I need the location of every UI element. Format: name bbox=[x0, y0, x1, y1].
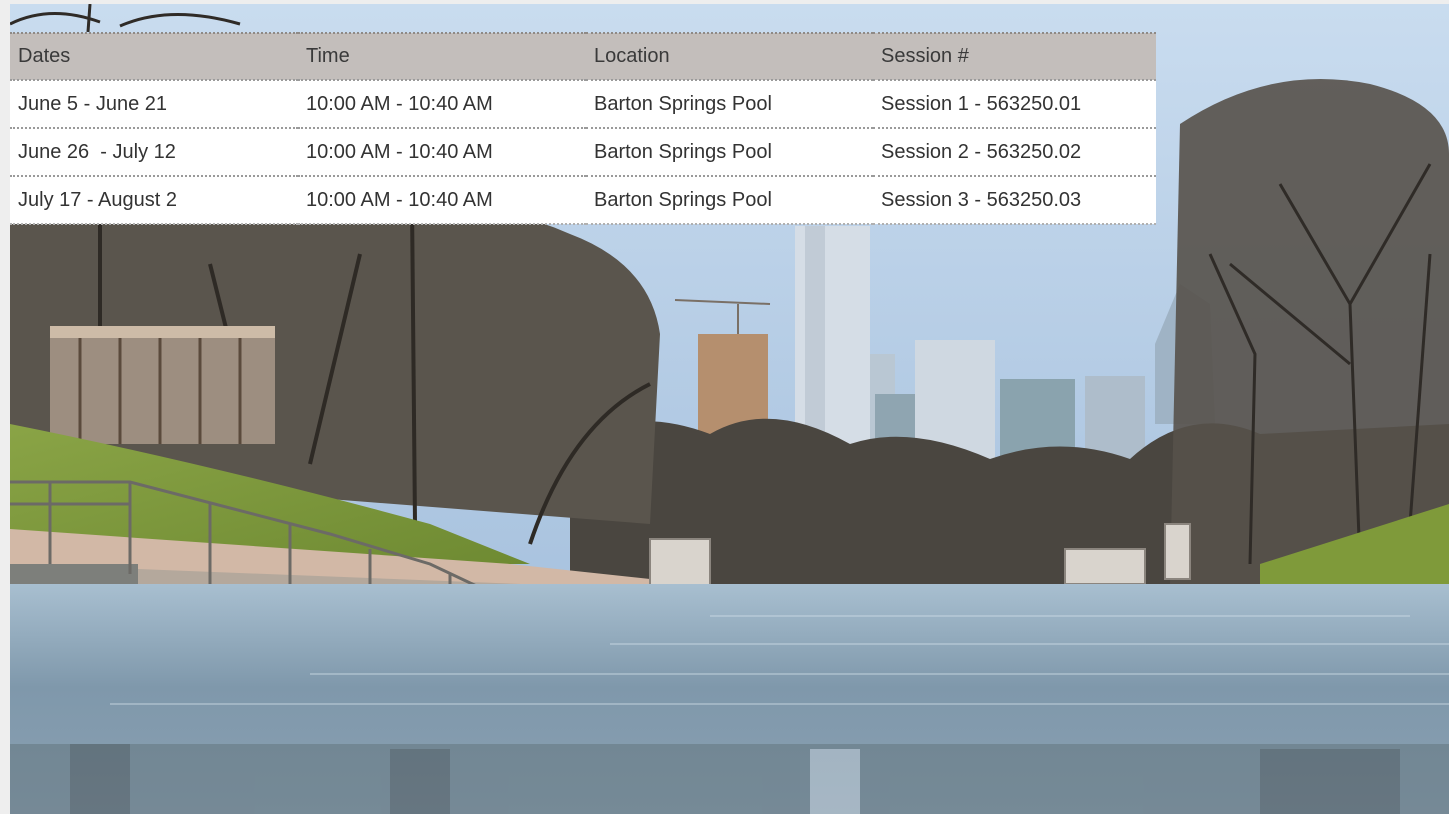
table-row: July 17 - August 2 10:00 AM - 10:40 AM B… bbox=[10, 175, 1156, 225]
cell-time: 10:00 AM - 10:40 AM bbox=[298, 127, 586, 176]
cell-dates: July 17 - August 2 bbox=[10, 175, 298, 225]
cell-session: Session 3 - 563250.03 bbox=[873, 175, 1156, 225]
header-time: Time bbox=[298, 32, 586, 80]
table-header-row: Dates Time Location Session # bbox=[10, 32, 1156, 80]
cell-dates: June 5 - June 21 bbox=[10, 79, 298, 128]
cell-location: Barton Springs Pool bbox=[586, 79, 873, 128]
header-session-number: Session # bbox=[873, 32, 1156, 80]
cell-session: Session 1 - 563250.01 bbox=[873, 79, 1156, 128]
header-dates: Dates bbox=[10, 32, 298, 80]
page: Dates Time Location Session # June 5 - J… bbox=[0, 0, 1449, 814]
water-reflections bbox=[10, 744, 1449, 814]
cell-location: Barton Springs Pool bbox=[586, 175, 873, 225]
cell-time: 10:00 AM - 10:40 AM bbox=[298, 175, 586, 225]
cell-location: Barton Springs Pool bbox=[586, 127, 873, 176]
session-schedule-table: Dates Time Location Session # June 5 - J… bbox=[10, 32, 1156, 225]
table-row: June 26 - July 12 10:00 AM - 10:40 AM Ba… bbox=[10, 127, 1156, 176]
header-location: Location bbox=[586, 32, 873, 80]
cell-session: Session 2 - 563250.02 bbox=[873, 127, 1156, 176]
bathhouse bbox=[50, 326, 275, 444]
cell-dates: June 26 - July 12 bbox=[10, 127, 298, 176]
table-row: June 5 - June 21 10:00 AM - 10:40 AM Bar… bbox=[10, 79, 1156, 128]
cell-time: 10:00 AM - 10:40 AM bbox=[298, 79, 586, 128]
